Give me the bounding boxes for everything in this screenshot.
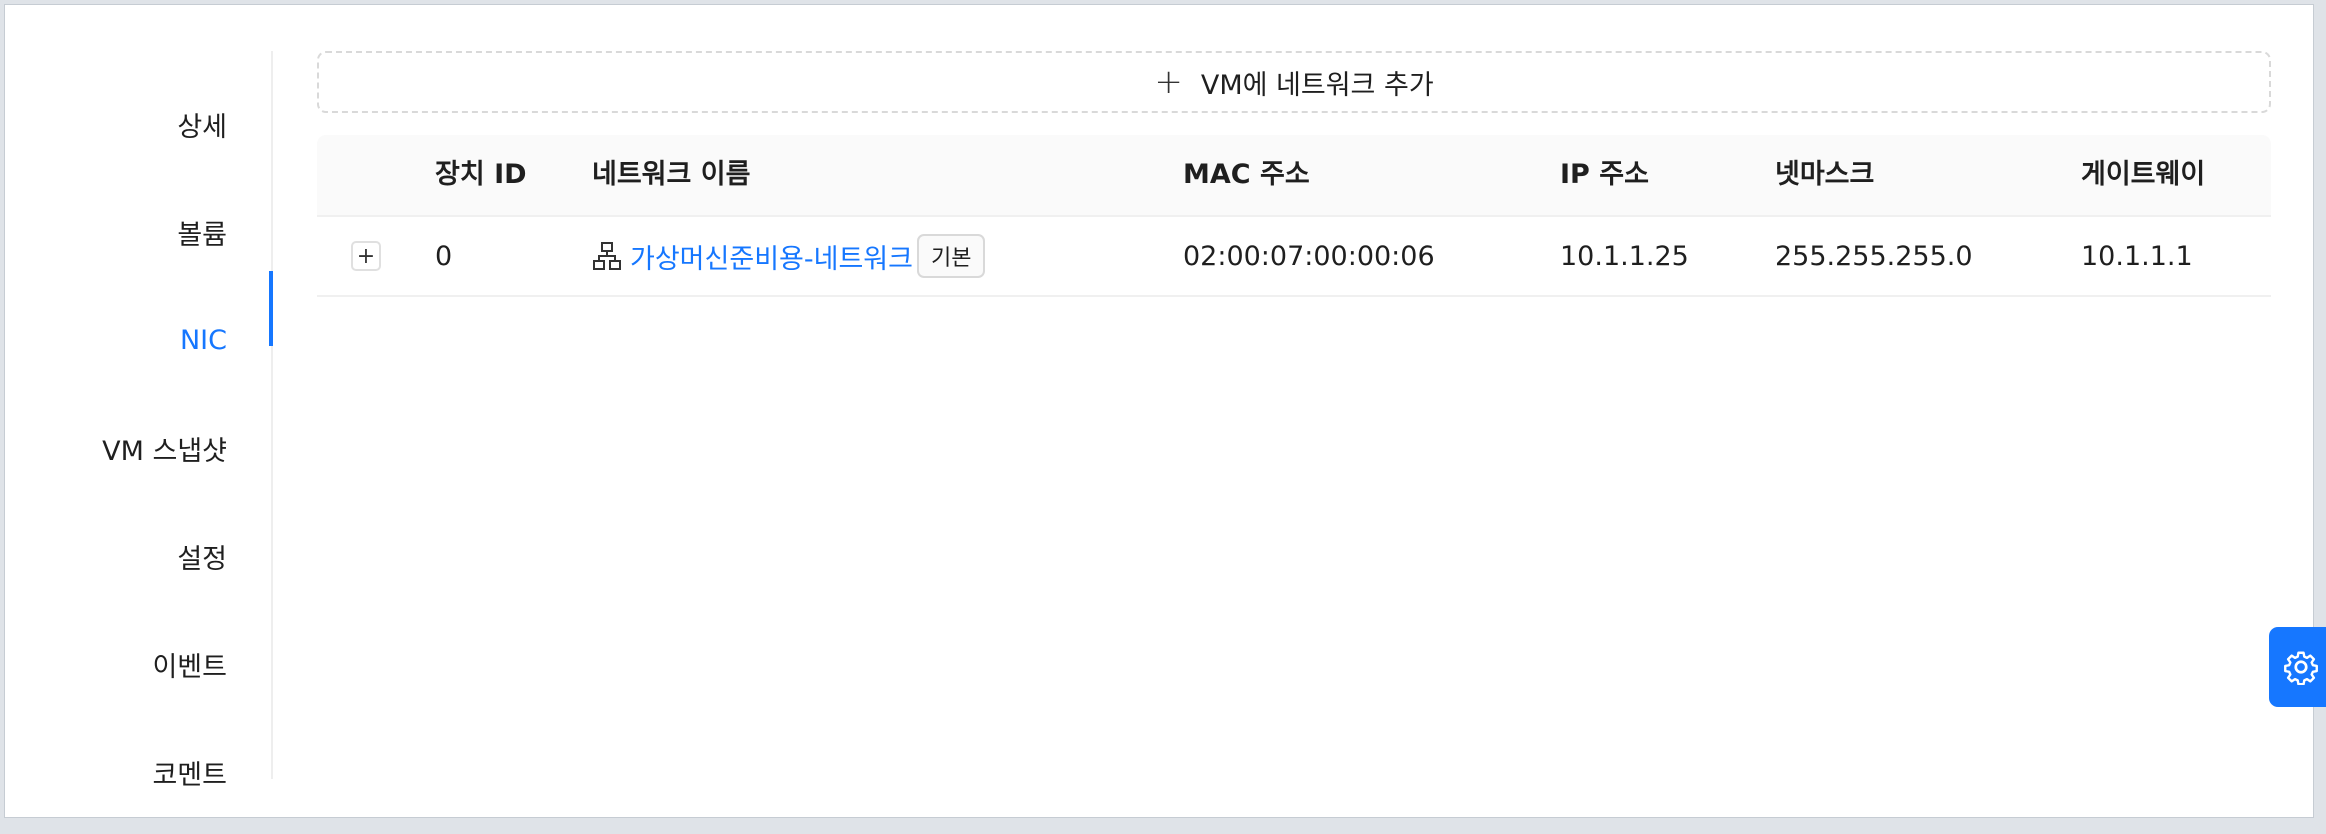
tab-label: VM 스냅샷	[102, 435, 227, 467]
tab-label: 코멘트	[152, 759, 227, 791]
tab-label: NIC	[179, 324, 227, 356]
cell-device-id: 0	[435, 240, 453, 272]
active-tab-indicator	[269, 271, 273, 346]
table-row[interactable]: + 0 가상머신준비용-네트워크 기본 02:00:07:00:00:06 10…	[317, 217, 2271, 297]
tab-settings[interactable]: 설정	[0, 502, 227, 610]
tab-vm-snapshots[interactable]: VM 스냅샷	[0, 394, 227, 502]
column-header-gateway: 게이트웨이	[2081, 159, 2206, 190]
tab-events[interactable]: 이벤트	[0, 610, 227, 718]
cell-network-name: 가상머신준비용-네트워크 기본	[592, 217, 986, 295]
add-network-label: VM에 네트워크 추가	[1200, 69, 1434, 101]
app-window: 상세 볼륨 NIC VM 스냅샷 설정 이벤트 코멘트 + VM에 네트워크 추…	[4, 4, 2326, 818]
tab-comments[interactable]: 코멘트	[0, 718, 227, 826]
cell-netmask: 255.255.255.0	[1775, 240, 1973, 272]
expand-row-button[interactable]: +	[351, 241, 381, 271]
table-header: 장치 ID 네트워크 이름 MAC 주소 IP 주소 넷마스크 게이트웨이	[317, 135, 2271, 217]
plus-icon: +	[1154, 62, 1183, 102]
tab-nic[interactable]: NIC	[0, 286, 227, 394]
column-header-device-id: 장치 ID	[435, 159, 527, 190]
column-header-ip: IP 주소	[1560, 159, 1649, 190]
add-network-to-vm-button[interactable]: + VM에 네트워크 추가	[317, 51, 2271, 113]
cell-ip: 10.1.1.25	[1560, 240, 1689, 272]
network-topology-icon	[593, 242, 621, 270]
settings-float-button[interactable]	[2269, 627, 2326, 707]
cell-gateway: 10.1.1.1	[2081, 240, 2193, 272]
nic-table: 장치 ID 네트워크 이름 MAC 주소 IP 주소 넷마스크 게이트웨이 + …	[317, 135, 2271, 297]
column-header-mac: MAC 주소	[1183, 159, 1310, 190]
tab-label: 상세	[177, 111, 227, 143]
network-name-link[interactable]: 가상머신준비용-네트워크	[630, 237, 913, 276]
gear-icon	[2284, 651, 2318, 685]
column-header-netmask: 넷마스크	[1775, 159, 1875, 190]
column-header-network-name: 네트워크 이름	[592, 159, 751, 190]
detail-tabs: 상세 볼륨 NIC VM 스냅샷 설정 이벤트 코멘트	[5, 51, 273, 791]
tab-volumes[interactable]: 볼륨	[0, 178, 227, 286]
tab-label: 볼륨	[177, 219, 227, 251]
default-tag: 기본	[916, 234, 986, 278]
tab-label: 설정	[177, 543, 227, 575]
tab-label: 이벤트	[152, 651, 227, 683]
cell-mac: 02:00:07:00:00:06	[1183, 240, 1435, 272]
tab-details[interactable]: 상세	[0, 70, 227, 178]
